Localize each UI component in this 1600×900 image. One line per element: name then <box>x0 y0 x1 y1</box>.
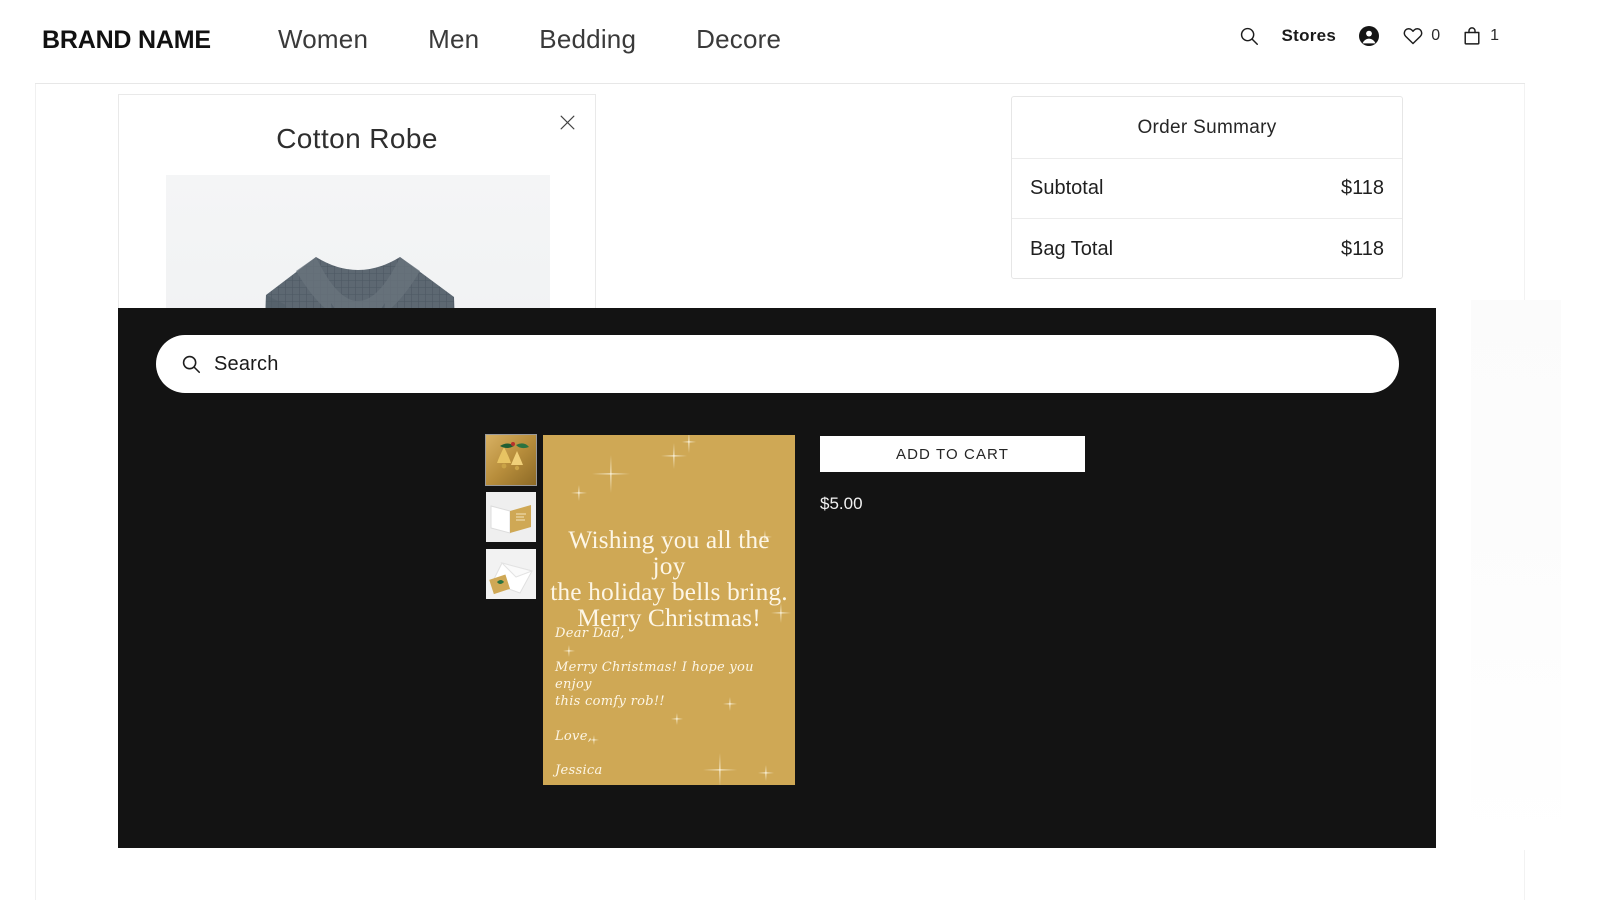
gift-card-overlay: Search <box>118 308 1436 848</box>
sparkle-icon <box>661 443 687 469</box>
thumb-envelope[interactable] <box>486 549 536 599</box>
search-input-value: Search <box>214 353 279 376</box>
heart-icon <box>1402 25 1424 47</box>
message-salutation: Dear Dad, <box>555 625 785 642</box>
thumb-open-card[interactable] <box>486 492 536 542</box>
headline-line-1: Wishing you all the joy <box>549 527 789 579</box>
sparkle-icon <box>592 455 630 493</box>
nav-item-bedding[interactable]: Bedding <box>539 24 636 55</box>
thumbnail-list <box>486 435 536 599</box>
order-summary-title: Order Summary <box>1012 97 1402 159</box>
message-line-2: this comfy rob!! <box>555 693 785 710</box>
nav-item-decore[interactable]: Decore <box>696 24 781 55</box>
wishlist-button[interactable]: 0 <box>1402 25 1440 47</box>
close-icon[interactable] <box>553 108 581 136</box>
message-signature: Jessica <box>555 762 785 779</box>
thumb-gold-bells[interactable] <box>486 435 536 485</box>
bag-button[interactable]: 1 <box>1461 25 1499 47</box>
bag-icon <box>1461 25 1483 47</box>
page-right-tint <box>1471 300 1561 850</box>
page-root: BRAND NAME Women Men Bedding Decore Stor… <box>0 0 1600 900</box>
add-to-cart-button[interactable]: ADD TO CART <box>820 436 1085 472</box>
greeting-card-message: Dear Dad, Merry Christmas! I hope you en… <box>555 625 785 779</box>
wishlist-count: 0 <box>1431 27 1440 45</box>
bag-total-label: Bag Total <box>1030 238 1113 261</box>
sparkle-icon <box>571 485 587 501</box>
gift-card-price: $5.00 <box>820 494 863 514</box>
headline-line-2: the holiday bells bring. <box>549 579 789 605</box>
stores-link[interactable]: Stores <box>1281 26 1336 46</box>
account-icon[interactable] <box>1357 24 1381 48</box>
order-summary-row-bag-total: Bag Total $118 <box>1012 219 1402 279</box>
product-title: Cotton Robe <box>119 123 595 155</box>
search-icon <box>180 353 202 375</box>
message-closing: Love, <box>555 728 785 745</box>
stores-label: Stores <box>1281 26 1336 46</box>
site-header: BRAND NAME Women Men Bedding Decore Stor… <box>35 0 1525 84</box>
nav-item-women[interactable]: Women <box>278 24 368 55</box>
brand-logo[interactable]: BRAND NAME <box>42 26 211 55</box>
subtotal-label: Subtotal <box>1030 177 1103 200</box>
order-summary-row-subtotal: Subtotal $118 <box>1012 159 1402 219</box>
sparkle-icon <box>682 435 696 453</box>
subtotal-value: $118 <box>1341 177 1384 200</box>
nav-item-men[interactable]: Men <box>428 24 479 55</box>
search-input[interactable]: Search <box>156 335 1399 393</box>
main-nav: Women Men Bedding Decore <box>278 24 781 55</box>
message-line-1: Merry Christmas! I hope you enjoy <box>555 659 785 693</box>
bag-count: 1 <box>1490 27 1499 45</box>
greeting-card-preview[interactable]: Wishing you all the joy the holiday bell… <box>543 435 795 785</box>
greeting-card-headline: Wishing you all the joy the holiday bell… <box>549 527 789 631</box>
search-icon[interactable] <box>1238 25 1260 47</box>
header-actions: Stores 0 <box>1238 24 1499 48</box>
bag-total-value: $118 <box>1341 238 1384 261</box>
order-summary-panel: Order Summary Subtotal $118 Bag Total $1… <box>1011 96 1403 279</box>
